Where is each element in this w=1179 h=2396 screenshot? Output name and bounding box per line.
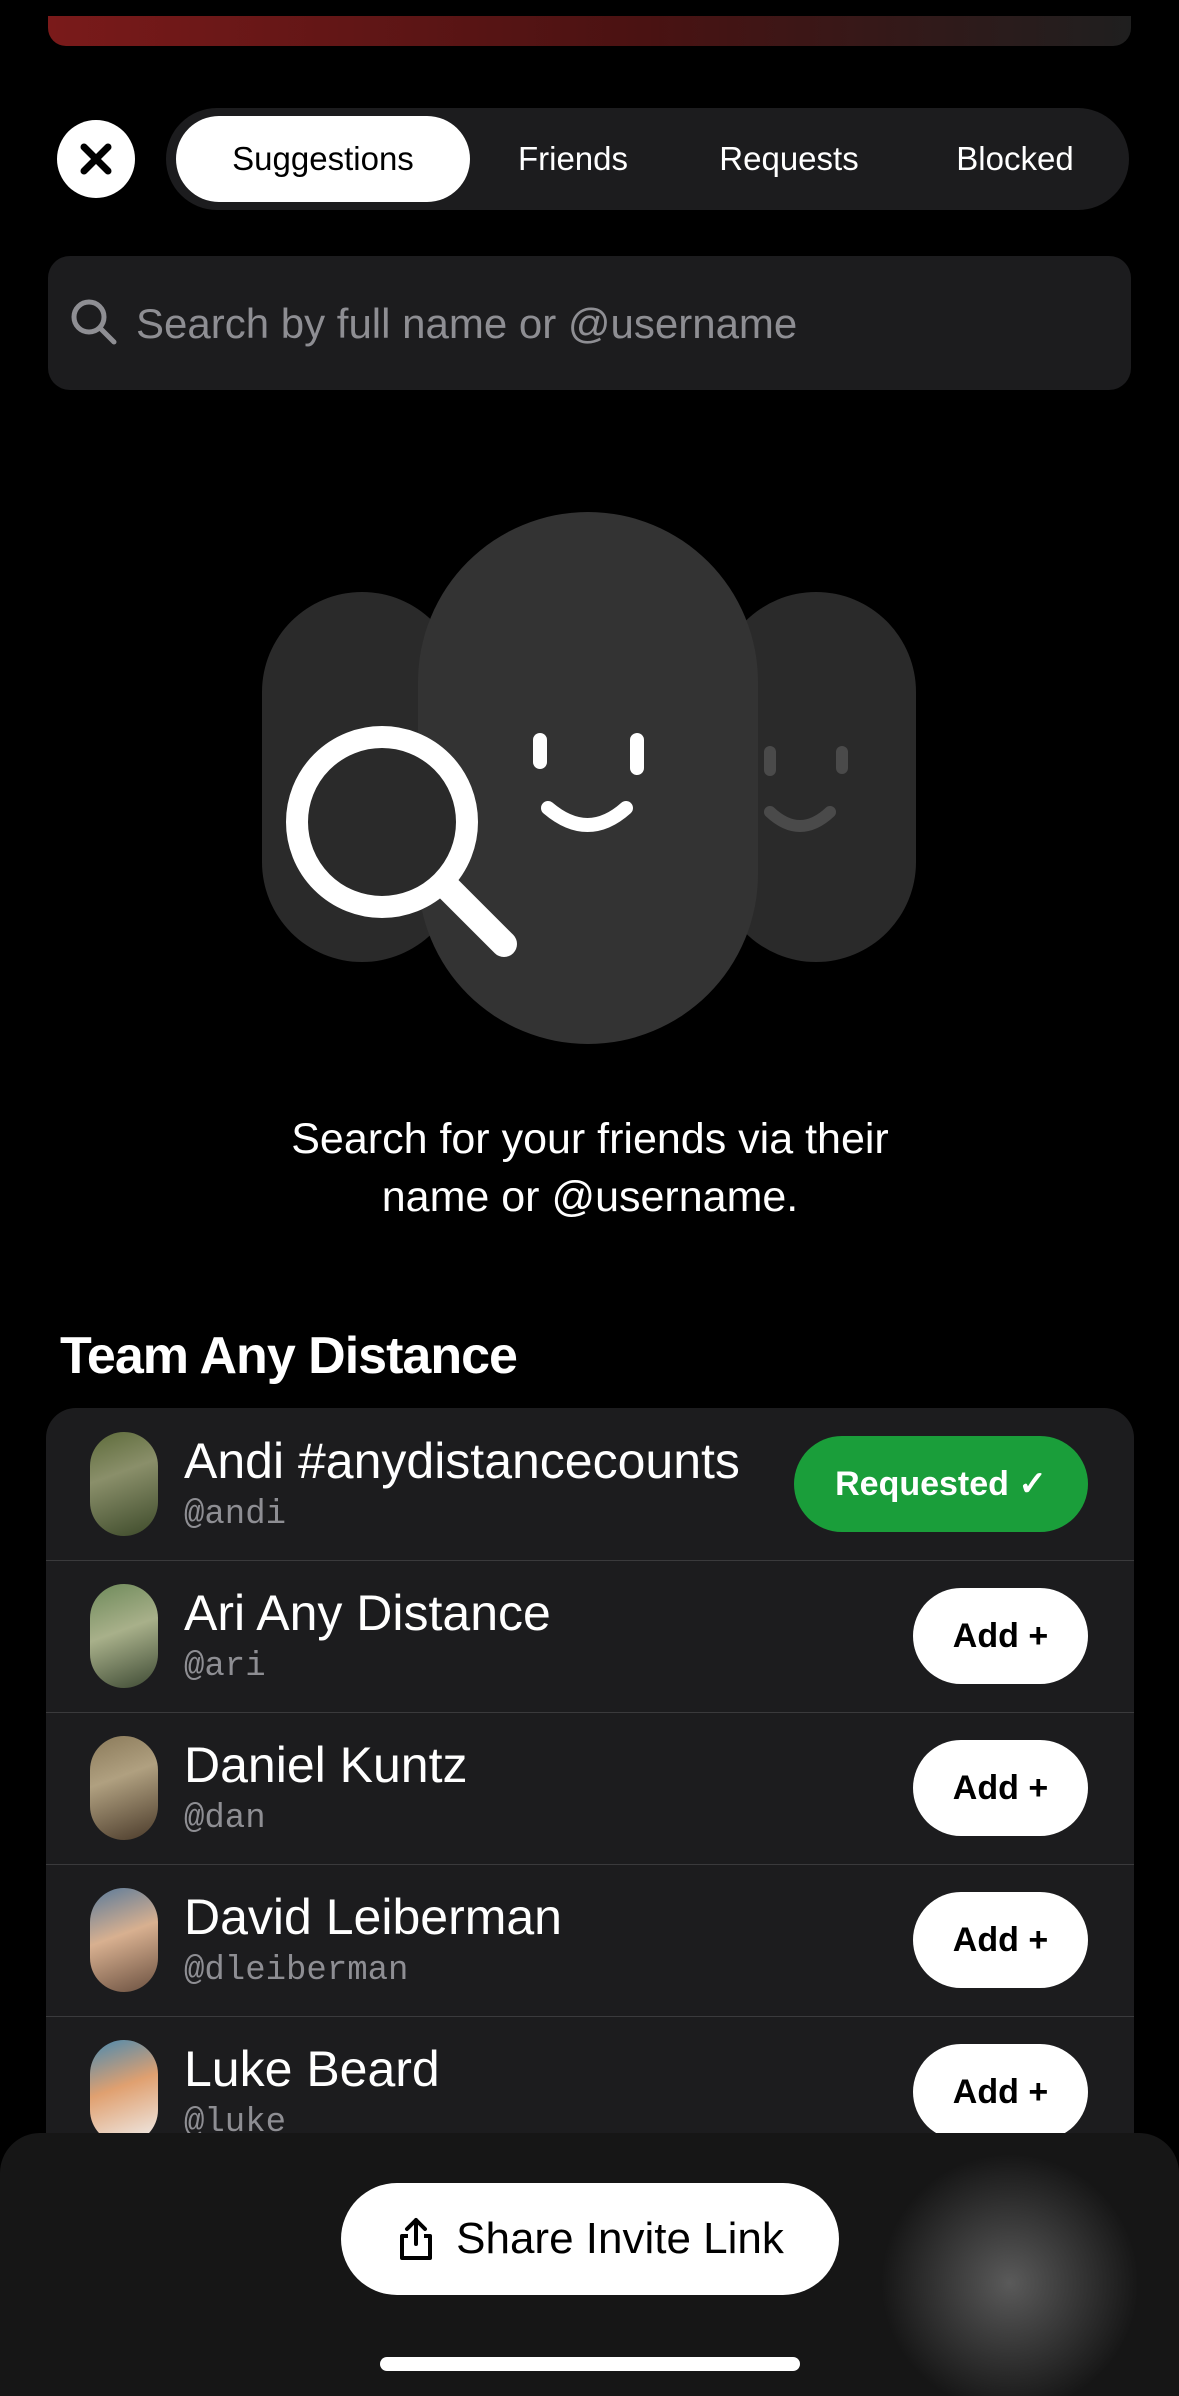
share-icon [400,2218,433,2260]
user-handle: @ari [184,1648,266,1686]
search-input[interactable] [134,256,1098,392]
tab-requests[interactable]: Requests [676,116,902,202]
list-item: Ari Any Distance @ari Add + [46,1560,1134,1713]
user-handle: @dleiberman [184,1952,409,1990]
tab-friends[interactable]: Friends [480,116,666,202]
list-item: David Leiberman @dleiberman Add + [46,1864,1134,2017]
share-invite-link-button[interactable]: Share Invite Link [341,2183,839,2295]
search-bar[interactable] [48,256,1131,392]
user-handle: @luke [184,2104,287,2133]
user-handle: @dan [184,1800,266,1838]
user-name: Luke Beard [184,2041,440,2097]
tab-bar: Suggestions Friends Requests Blocked [166,108,1129,210]
user-name: Daniel Kuntz [184,1737,468,1793]
list-item: Luke Beard @luke Add + [46,2016,1134,2133]
bottom-bar: Share Invite Link [0,2133,1179,2396]
user-name: Ari Any Distance [184,1585,551,1641]
empty-state-text: Search for your friends via their name o… [291,1115,889,1221]
add-friend-button[interactable]: Add + [913,2044,1088,2133]
avatar[interactable] [90,2040,158,2133]
glow-decoration [880,2153,1140,2396]
requested-button[interactable]: Requested ✓ [794,1436,1088,1532]
user-name: Andi #anydistancecounts [184,1433,740,1489]
user-list: Andi #anydistancecounts @andi Requested … [46,1408,1134,2133]
avatar[interactable] [90,1432,158,1536]
close-icon [80,143,112,175]
home-indicator [380,2357,800,2371]
faces-with-magnifier-illustration [262,512,916,1044]
user-name: David Leiberman [184,1889,562,1945]
tab-suggestions[interactable]: Suggestions [176,116,470,202]
close-button[interactable] [57,120,135,198]
list-item: Andi #anydistancecounts @andi Requested … [46,1408,1134,1561]
section-title: Team Any Distance [60,1327,518,1385]
add-friend-button[interactable]: Add + [913,1892,1088,1988]
add-friend-button[interactable]: Add + [913,1740,1088,1836]
avatar[interactable] [90,1584,158,1688]
user-handle: @andi [184,1496,287,1534]
list-item: Daniel Kuntz @dan Add + [46,1712,1134,1865]
add-friend-button[interactable]: Add + [913,1588,1088,1684]
share-invite-link-label: Share Invite Link [456,2214,784,2263]
avatar[interactable] [90,1888,158,1992]
tab-blocked[interactable]: Blocked [912,116,1118,202]
search-icon [71,299,117,345]
avatar[interactable] [90,1736,158,1840]
previous-sheet-edge [48,16,1131,46]
